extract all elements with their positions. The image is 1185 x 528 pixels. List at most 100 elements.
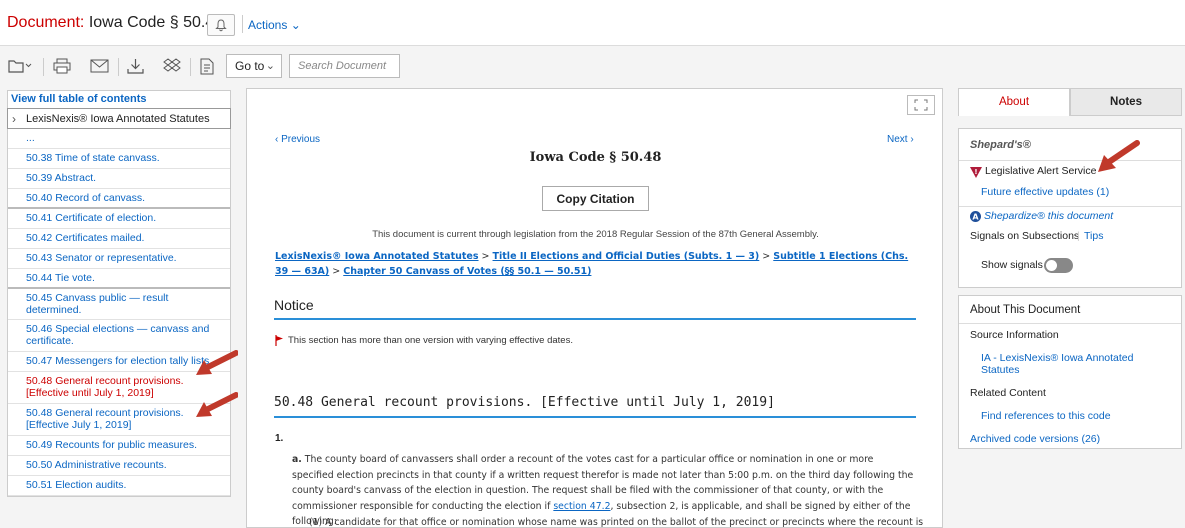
section-link[interactable]: section 47.2 [553,501,610,512]
legislative-alert-label: Legislative Alert Service [985,165,1097,177]
tab-notes[interactable]: Notes [1070,88,1182,116]
svg-text:!: ! [974,168,977,176]
find-references-link[interactable]: Find references to this code [981,410,1111,422]
next-link[interactable]: Next › [887,134,914,145]
breadcrumb-link[interactable]: LexisNexis® Iowa Annotated Statutes [275,251,479,262]
toc-item[interactable]: 50.43 Senator or representative. [8,249,230,269]
notice-message: This section has more than one version w… [275,335,573,346]
view-full-toc-link[interactable]: View full table of contents [7,90,231,108]
copy-citation-button[interactable]: Copy Citation [542,186,649,211]
toc-item[interactable]: 50.45 Canvass public — result determined… [8,289,230,320]
toc-root-item[interactable]: › LexisNexis® Iowa Annotated Statutes [7,108,231,129]
shepards-heading: Shepard's® [970,139,1031,151]
svg-text:A: A [972,213,979,222]
notice-text: This section has more than one version w… [288,335,573,346]
divider [959,206,1181,207]
section-heading: 50.48 General recount provisions. [Effec… [274,395,916,418]
toggle-knob [1046,260,1057,271]
bell-icon [215,18,227,31]
notice-heading: Notice [274,297,916,320]
future-updates-link[interactable]: Future effective updates (1) [981,186,1109,198]
goto-dropdown[interactable]: Go to ⌄ [226,54,282,78]
toc-item[interactable]: 50.46 Special elections — canvass and ce… [8,320,230,352]
tips-link[interactable]: Tips [1084,230,1103,242]
download-button[interactable] [127,56,144,76]
search-document-input[interactable]: Search Document [289,54,400,78]
toc-root-label: LexisNexis® Iowa Annotated Statutes [26,113,210,125]
warning-triangle-icon: ! [970,167,982,178]
toolbar-divider [43,58,44,76]
document-title: Document: Iowa Code § 50.48 [7,14,223,32]
toc-item[interactable]: 50.49 Recounts for public measures. [8,436,230,456]
divider-bar: | [1077,230,1080,242]
folder-icon [8,60,32,73]
alert-bell-button[interactable] [207,14,235,36]
show-signals-toggle[interactable] [1044,258,1073,273]
breadcrumb: LexisNexis® Iowa Annotated Statutes > Ti… [275,251,909,277]
toc-item[interactable]: 50.41 Certificate of election. [8,209,230,229]
toc-item[interactable]: 50.50 Administrative recounts. [8,456,230,476]
document-view-button[interactable] [200,56,214,76]
document-heading: Iowa Code § 50.48 [529,150,662,165]
divider [959,323,1181,324]
email-button[interactable] [90,56,109,76]
document-toolbar: Go to ⌄ Search Document [0,46,1185,86]
toc-item[interactable]: ... [8,129,230,149]
currency-statement: This document is current through legisla… [372,229,819,240]
document-icon [200,58,214,74]
chevron-down-icon: ⌄ [287,18,301,32]
about-document-panel: About This Document Source Information I… [958,295,1182,449]
print-button[interactable] [53,56,71,76]
annotation-arrow-icon [196,392,238,417]
breadcrumb-link[interactable]: Chapter 50 Canvass of Votes (§§ 50.1 — 5… [343,266,591,277]
related-content-label: Related Content [970,387,1046,399]
toolbar-divider [118,58,119,76]
previous-link[interactable]: ‹ Previous [275,134,320,145]
side-tabs: About Notes [958,88,1182,116]
toolbar-divider [190,58,191,76]
subsection-number: 1. [275,433,284,444]
actions-menu[interactable]: Actions ⌄ [248,18,301,32]
toc-list: ... 50.38 Time of state canvass. 50.39 A… [7,129,231,497]
about-document-heading: About This Document [970,304,1081,316]
toc-item[interactable]: 50.39 Abstract. [8,169,230,189]
toc-item[interactable]: 50.42 Certificates mailed. [8,229,230,249]
table-of-contents: View full table of contents › LexisNexis… [7,90,231,497]
annotation-arrow-icon [196,350,238,375]
chevron-right-icon: › [907,134,914,145]
toc-item[interactable]: 50.44 Tie vote. [8,269,230,289]
toc-item[interactable]: 50.38 Time of state canvass. [8,149,230,169]
tab-about[interactable]: About [958,88,1070,116]
shepardize-link[interactable]: Shepardize® this document [984,210,1113,222]
paragraph-letter: a. [292,454,302,465]
annotation-arrow-icon [1098,140,1140,172]
signals-label: Signals on Subsections [970,230,1080,242]
divider [959,160,1181,161]
expand-button[interactable] [907,95,935,115]
expand-icon [914,99,928,111]
envelope-icon [90,59,109,73]
dropbox-icon [163,58,181,72]
goto-label: Go to [235,59,265,73]
header-divider [242,15,243,33]
archived-versions-link[interactable]: Archived code versions (26) [970,433,1100,445]
folder-menu-button[interactable] [8,56,32,76]
document-body: ‹ Previous Next › Iowa Code § 50.48 Copy… [246,88,943,528]
flag-icon [275,335,283,346]
source-info-label: Source Information [970,329,1059,341]
document-name: Iowa Code § 50.48 [88,14,224,31]
toc-item[interactable]: 50.51 Election audits. [8,476,230,496]
document-label: Document: [7,14,85,31]
toc-item[interactable]: 50.40 Record of canvass. [8,189,230,209]
chevron-right-icon: › [12,112,16,126]
download-icon [127,59,144,74]
breadcrumb-link[interactable]: Title II Elections and Official Duties (… [493,251,760,262]
shepards-panel: Shepard's® ! Legislative Alert Service F… [958,128,1182,288]
show-signals-label: Show signals [981,259,1043,271]
source-link[interactable]: IA - LexisNexis® Iowa Annotated Statutes [981,352,1161,376]
document-header: Document: Iowa Code § 50.48 Actions ⌄ [0,0,1185,46]
print-icon [53,58,71,74]
dropbox-button[interactable] [163,56,181,76]
shepardize-icon: A [970,211,981,222]
chevron-down-icon: ⌄ [265,60,275,72]
